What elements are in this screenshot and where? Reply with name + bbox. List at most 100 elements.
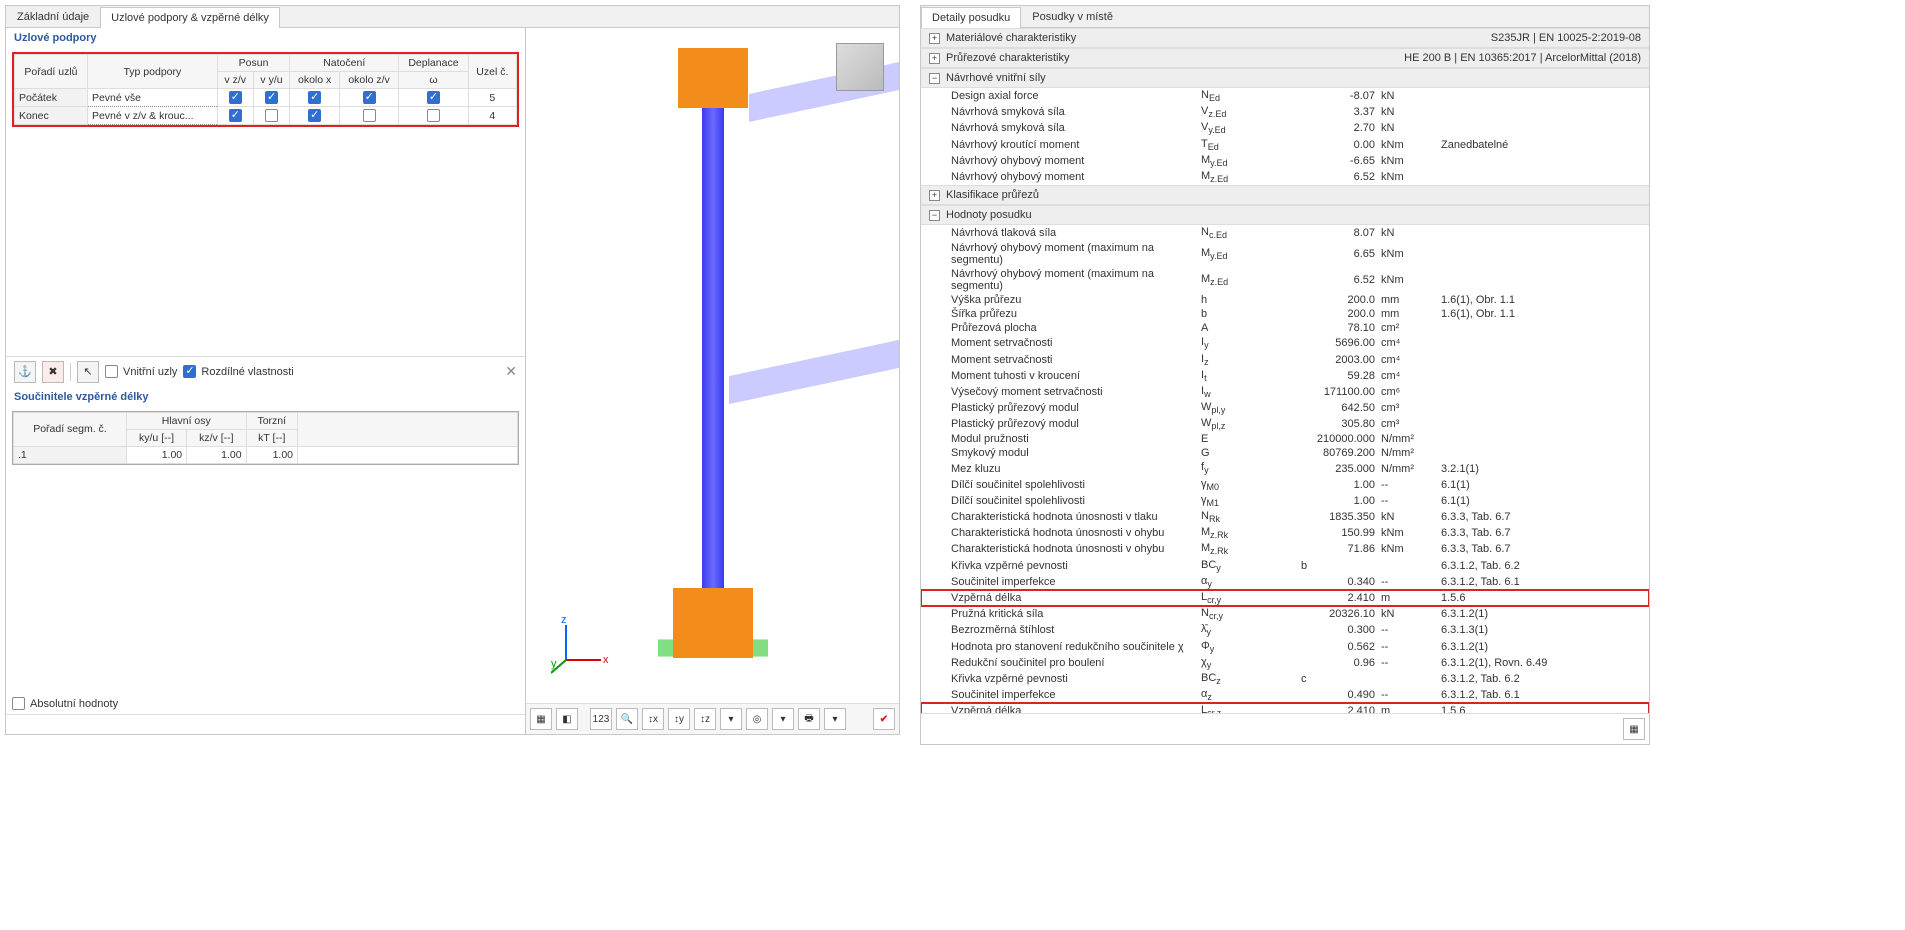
details-tree[interactable]: +Materiálové charakteristikyS235JR | EN … (921, 28, 1649, 713)
close-icon[interactable]: ✕ (505, 363, 517, 380)
right-tabs: Detaily posudku Posudky v místě (921, 6, 1649, 28)
detail-row[interactable]: Plastický průřezový modulWpl,z305.80cm³ (921, 416, 1649, 432)
detail-row[interactable]: Návrhový ohybový moment (maximum na segm… (921, 241, 1649, 267)
supports-title: Uzlové podpory (6, 28, 525, 48)
detail-row[interactable]: Návrhový ohybový momentMy.Ed-6.65kNm (921, 153, 1649, 169)
support-top (678, 48, 748, 108)
section-material[interactable]: +Materiálové charakteristikyS235JR | EN … (921, 28, 1649, 48)
detail-row[interactable]: Součinitel imperfekceαy0.340--6.3.1.2, T… (921, 574, 1649, 590)
detail-row[interactable]: Redukční součinitel pro bouleníχy0.96--6… (921, 655, 1649, 671)
viewer-panel: x z y ▦ ◧ 123 🔍 ↕x ↕y ↕z ▾ ◎ ▾ 🖶 ▾ ✔ (526, 28, 899, 734)
rozdilne-checkbox[interactable]: Rozdílné vlastnosti (183, 365, 293, 378)
view-icon[interactable]: ◧ (556, 708, 578, 730)
beam-icon (729, 340, 899, 404)
detail-row[interactable]: Návrhový kroutící momentTEd0.00kNmZanedb… (921, 137, 1649, 153)
col-typ: Typ podpory (87, 55, 217, 89)
view-icon[interactable]: ◎ (746, 708, 768, 730)
detail-row[interactable]: Součinitel imperfekceαz0.490--6.3.1.2, T… (921, 687, 1649, 703)
collapse-icon[interactable]: − (929, 73, 940, 84)
detail-row[interactable]: Křivka vzpěrné pevnostiBCzc6.3.1.2, Tab.… (921, 671, 1649, 687)
section-navsily[interactable]: −Návrhové vnitřní síly (921, 68, 1649, 88)
view-icon[interactable]: 123 (590, 708, 612, 730)
detail-row[interactable]: Moment setrvačnostiIy5696.00cm⁴ (921, 335, 1649, 351)
view-icon[interactable]: ▾ (824, 708, 846, 730)
detail-row[interactable]: Výška průřezuh200.0mm1.6(1), Obr. 1.1 (921, 293, 1649, 307)
detail-row[interactable]: Návrhový ohybový moment (maximum na segm… (921, 267, 1649, 293)
detail-row[interactable]: Bezrozměrná štíhlostλ̄y0.300--6.3.1.3(1) (921, 622, 1649, 638)
tab-uzlove[interactable]: Uzlové podpory & vzpěrné délky (100, 7, 280, 28)
col-uzel: Uzel č. (468, 55, 516, 89)
section-klasifikace[interactable]: +Klasifikace průřezů (921, 185, 1649, 205)
export-icon[interactable]: ▦ (1623, 718, 1645, 740)
supports-toolbar: ⚓ ✖ ↖ Vnitřní uzly Rozdílné vlastnosti ✕ (6, 356, 525, 387)
coef-grid[interactable]: Pořadí segm. č. Hlavní osy Torzní ky/u [… (12, 411, 519, 465)
collapse-icon[interactable]: − (929, 210, 940, 221)
col-natoceni: Natočení (290, 55, 399, 72)
ok-icon[interactable]: ✔ (873, 708, 895, 730)
axis-triad-icon: x z y (551, 615, 611, 678)
detail-row[interactable]: Moment setrvačnostiIz2003.00cm⁴ (921, 352, 1649, 368)
coef-row[interactable]: .1 1.00 1.00 1.00 (14, 446, 518, 463)
detail-row[interactable]: Plastický průřezový modulWpl,y642.50cm³ (921, 400, 1649, 416)
view-icon[interactable]: ↕z (694, 708, 716, 730)
table-row[interactable]: KonecPevné v z/v & krouc... 4 (15, 107, 517, 125)
expand-icon[interactable]: + (929, 53, 940, 64)
viewer-toolbar: ▦ ◧ 123 🔍 ↕x ↕y ↕z ▾ ◎ ▾ 🖶 ▾ ✔ (526, 703, 899, 734)
detail-row[interactable]: Smykový modulG80769.200N/mm² (921, 446, 1649, 460)
section-prurez[interactable]: +Průřezové charakteristikyHE 200 B | EN … (921, 48, 1649, 68)
detail-row[interactable]: Mez kluzufy235.000N/mm²3.2.1(1) (921, 460, 1649, 476)
detail-row[interactable]: Výsečový moment setrvačnostiIw171100.00c… (921, 384, 1649, 400)
detail-row[interactable]: Křivka vzpěrné pevnostiBCyb6.3.1.2, Tab.… (921, 558, 1649, 574)
view-icon[interactable]: ▾ (772, 708, 794, 730)
vnitrni-uzly-checkbox[interactable]: Vnitřní uzly (105, 365, 177, 378)
svg-text:y: y (551, 658, 557, 670)
detail-row[interactable]: Design axial forceNEd-8.07kN (921, 88, 1649, 104)
view-icon[interactable]: 🖶 (798, 708, 820, 730)
tool-anchor-icon[interactable]: ⚓ (14, 361, 36, 383)
detail-row[interactable]: Pružná kritická sílaNcr,y20326.10kN6.3.1… (921, 606, 1649, 622)
expand-icon[interactable]: + (929, 190, 940, 201)
detail-row[interactable]: Hodnota pro stanovení redukčního součini… (921, 639, 1649, 655)
support-bottom (673, 588, 753, 658)
col-posun: Posun (217, 55, 290, 72)
view-icon[interactable]: ▦ (530, 708, 552, 730)
left-tabs: Základní údaje Uzlové podpory & vzpěrné … (6, 6, 899, 28)
svg-text:x: x (603, 654, 609, 666)
viewcube-icon[interactable] (836, 43, 884, 91)
tab-zakladni[interactable]: Základní údaje (6, 6, 100, 27)
svg-text:z: z (561, 615, 567, 626)
detail-row[interactable]: Charakteristická hodnota únosnosti v ohy… (921, 525, 1649, 541)
detail-row[interactable]: Návrhová tlaková sílaNc.Ed8.07kN (921, 225, 1649, 241)
tool-pointer-icon[interactable]: ↖ (77, 361, 99, 383)
tab-detaily[interactable]: Detaily posudku (921, 7, 1021, 28)
detail-row[interactable]: Charakteristická hodnota únosnosti v tla… (921, 509, 1649, 525)
detail-row[interactable]: Dílčí součinitel spolehlivostiγM01.00--6… (921, 477, 1649, 493)
section-hodnoty[interactable]: −Hodnoty posudku (921, 205, 1649, 225)
detail-row[interactable]: Vzpěrná délkaLcr,z2.410m1.5.6 (921, 703, 1649, 713)
detail-row[interactable]: Návrhový ohybový momentMz.Ed6.52kNm (921, 169, 1649, 185)
view-icon[interactable]: ↕y (668, 708, 690, 730)
detail-row[interactable]: Modul pružnostiE210000.000N/mm² (921, 432, 1649, 446)
column-member (702, 58, 724, 658)
col-deplan: Deplanace (399, 55, 469, 72)
detail-row[interactable]: Dílčí součinitel spolehlivostiγM11.00--6… (921, 493, 1649, 509)
supports-grid[interactable]: Pořadí uzlů Typ podpory Posun Natočení D… (12, 52, 519, 127)
detail-row[interactable]: Moment tuhosti v krouceníIt59.28cm⁴ (921, 368, 1649, 384)
expand-icon[interactable]: + (929, 33, 940, 44)
tool-delete-icon[interactable]: ✖ (42, 361, 64, 383)
view-icon[interactable]: ↕x (642, 708, 664, 730)
absolutni-checkbox[interactable]: Absolutní hodnoty (12, 697, 519, 710)
tab-posudky[interactable]: Posudky v místě (1021, 6, 1124, 27)
detail-row[interactable]: Charakteristická hodnota únosnosti v ohy… (921, 541, 1649, 557)
detail-row[interactable]: Návrhová smyková sílaVz.Ed3.37kN (921, 104, 1649, 120)
3d-viewer[interactable]: x z y (526, 28, 899, 703)
view-icon[interactable]: ▾ (720, 708, 742, 730)
detail-row[interactable]: Průřezová plochaA78.10cm² (921, 321, 1649, 335)
left-subpanel: Uzlové podpory Pořadí uzlů Typ podpory P… (6, 28, 526, 734)
left-panel: Základní údaje Uzlové podpory & vzpěrné … (5, 5, 900, 735)
view-icon[interactable]: 🔍 (616, 708, 638, 730)
detail-row[interactable]: Vzpěrná délkaLcr,y2.410m1.5.6 (921, 590, 1649, 606)
detail-row[interactable]: Návrhová smyková sílaVy.Ed2.70kN (921, 120, 1649, 136)
detail-row[interactable]: Šířka průřezub200.0mm1.6(1), Obr. 1.1 (921, 307, 1649, 321)
table-row[interactable]: PočátekPevné vše 5 (15, 89, 517, 107)
